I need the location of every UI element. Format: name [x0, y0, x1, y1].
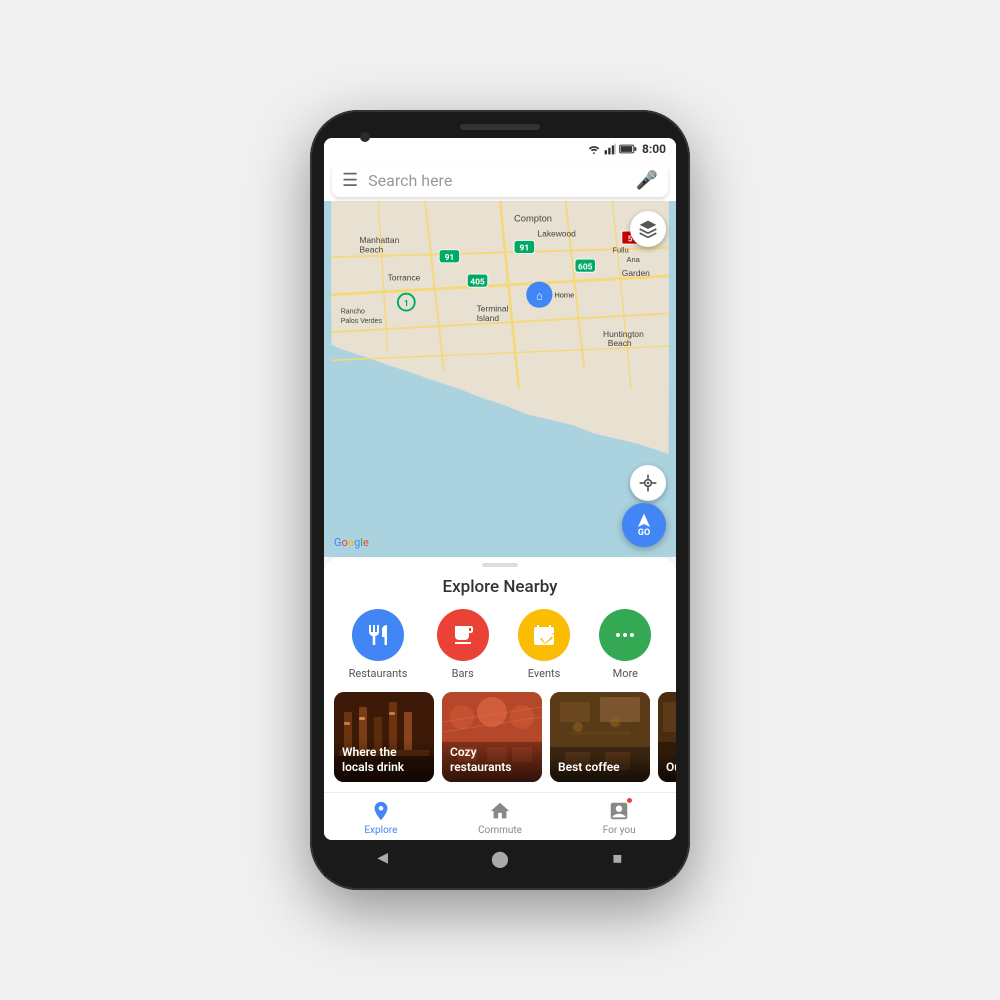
category-row: Restaurants Bars: [324, 609, 676, 692]
more-icon: [599, 609, 651, 661]
phone-camera: [360, 132, 370, 142]
category-events[interactable]: Events: [518, 609, 570, 680]
card-coffee[interactable]: Best coffee: [550, 692, 650, 782]
svg-text:Compton: Compton: [514, 214, 552, 224]
svg-text:91: 91: [520, 244, 530, 254]
status-icons: 8:00: [587, 142, 666, 156]
bars-label: Bars: [452, 667, 474, 680]
card-locals-title: Where the locals drink: [334, 739, 434, 782]
battery-icon: [619, 143, 637, 155]
phone-screen: 8:00 ☰ Search here 🎤: [324, 138, 676, 840]
svg-text:Home: Home: [554, 290, 574, 299]
time-display: 8:00: [642, 142, 666, 156]
category-bars[interactable]: Bars: [437, 609, 489, 680]
phone-device: 8:00 ☰ Search here 🎤: [310, 110, 690, 890]
svg-text:Island: Island: [477, 313, 500, 323]
drag-handle[interactable]: [482, 563, 518, 567]
signal-icon: [604, 143, 616, 155]
menu-icon[interactable]: ☰: [342, 170, 358, 191]
svg-text:Torrance: Torrance: [388, 273, 421, 283]
for-you-nav-label: For you: [603, 825, 636, 836]
bars-icon: [437, 609, 489, 661]
restaurants-icon: [352, 609, 404, 661]
more-label: More: [613, 667, 638, 680]
nav-for-you[interactable]: For you: [603, 799, 636, 836]
search-bar[interactable]: ☰ Search here 🎤: [332, 164, 668, 197]
mic-icon[interactable]: 🎤: [636, 170, 658, 191]
android-nav: ◀ ⬤ ◼: [324, 840, 676, 876]
map-area[interactable]: 91 91 405 605 5 1 Manhattan Beach Compto…: [324, 201, 676, 557]
nav-explore[interactable]: Explore: [364, 799, 397, 836]
svg-text:Garden: Garden: [622, 268, 650, 278]
svg-text:Lakewood: Lakewood: [537, 229, 576, 239]
events-label: Events: [528, 667, 561, 680]
cards-row: Where the locals drink: [324, 692, 676, 792]
category-restaurants[interactable]: Restaurants: [349, 609, 408, 680]
events-icon: [518, 609, 570, 661]
search-placeholder[interactable]: Search here: [368, 171, 625, 190]
back-button[interactable]: ◀: [373, 848, 393, 868]
restaurants-label: Restaurants: [349, 667, 408, 680]
bottom-sheet: Explore Nearby Restaurants: [324, 557, 676, 840]
commute-nav-icon: [488, 799, 512, 823]
svg-text:Beach: Beach: [359, 245, 383, 255]
svg-text:91: 91: [445, 253, 455, 263]
svg-text:Fullu: Fullu: [612, 246, 628, 255]
svg-text:⌂: ⌂: [536, 289, 543, 302]
explore-title: Explore Nearby: [324, 573, 676, 609]
svg-text:Ana: Ana: [626, 255, 640, 264]
svg-text:405: 405: [470, 277, 485, 287]
map-svg: 91 91 405 605 5 1 Manhattan Beach Compto…: [324, 201, 676, 557]
for-you-badge: [626, 797, 633, 804]
wifi-icon: [587, 143, 601, 155]
status-bar: 8:00: [324, 138, 676, 160]
bottom-nav: Explore Commute: [324, 792, 676, 840]
svg-text:Beach: Beach: [608, 338, 632, 348]
card-cozy[interactable]: Cozy restaurants: [442, 692, 542, 782]
card-cozy-title: Cozy restaurants: [442, 739, 542, 782]
svg-text:Palos Verdes: Palos Verdes: [341, 318, 383, 325]
svg-text:1: 1: [404, 299, 409, 309]
explore-nav-label: Explore: [364, 825, 397, 836]
layers-button[interactable]: [630, 211, 666, 247]
explore-nav-icon: [369, 799, 393, 823]
home-button[interactable]: ⬤: [490, 848, 510, 868]
google-logo: Google: [334, 535, 369, 549]
for-you-nav-icon: [607, 799, 631, 823]
nav-commute[interactable]: Commute: [478, 799, 522, 836]
phone-speaker: [460, 124, 540, 130]
go-label: GO: [638, 528, 650, 538]
location-button[interactable]: [630, 465, 666, 501]
card-coffee-title: Best coffee: [550, 754, 650, 782]
card-locals[interactable]: Where the locals drink: [334, 692, 434, 782]
recents-button[interactable]: ◼: [607, 848, 627, 868]
svg-text:605: 605: [578, 262, 593, 272]
layers-icon: [638, 219, 658, 239]
card-extra[interactable]: Out...: [658, 692, 676, 782]
go-button[interactable]: GO: [622, 503, 666, 547]
card-extra-title: Out...: [658, 754, 676, 782]
my-location-icon: [638, 473, 658, 493]
commute-nav-label: Commute: [478, 825, 522, 836]
category-more[interactable]: More: [599, 609, 651, 680]
svg-text:Rancho: Rancho: [341, 308, 365, 315]
